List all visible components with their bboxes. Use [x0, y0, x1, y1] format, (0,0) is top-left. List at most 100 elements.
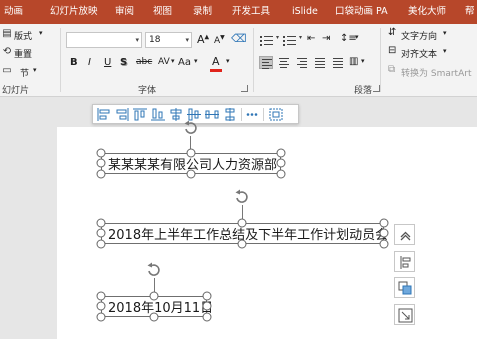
underline-button[interactable]: U [104, 57, 111, 68]
strikethrough-button[interactable]: abc [136, 57, 152, 67]
resize-handle[interactable] [96, 218, 106, 228]
resize-handle[interactable] [276, 169, 286, 179]
text-box-date-text[interactable]: 2018年10月11日 [108, 297, 213, 316]
group-divider [380, 28, 381, 92]
resize-handle[interactable] [202, 291, 212, 301]
tab-slideshow[interactable]: 幻灯片放映 [50, 0, 98, 24]
shrink-font-button[interactable]: A▼ [214, 34, 225, 46]
tab-record[interactable]: 录制 [193, 0, 212, 24]
ribbon-tab-bar: 动画 幻灯片放映 审阅 视图 录制 开发工具 iSlide 口袋动画 PA 美化… [0, 0, 477, 24]
tab-islide[interactable]: iSlide [292, 0, 318, 24]
columns-icon[interactable]: ▥ [349, 56, 358, 67]
resize-handle[interactable] [237, 218, 247, 228]
resize-handle[interactable] [149, 291, 159, 301]
resize-handle[interactable] [379, 218, 389, 228]
decrease-indent-icon[interactable]: ⇤ [307, 33, 315, 44]
resize-handle[interactable] [96, 148, 106, 158]
layout-button[interactable]: 版式 [14, 29, 32, 42]
tab-pocket-anim[interactable]: 口袋动画 PA [335, 0, 388, 24]
bullets-icon[interactable]: ▾ [259, 34, 279, 47]
distribute-vertical-icon[interactable] [223, 108, 237, 121]
shadow-button[interactable]: S [120, 57, 127, 68]
group-icon[interactable] [269, 108, 283, 121]
reset-button[interactable]: 重置 [14, 47, 32, 60]
text-box-meeting-title-text[interactable]: 2018年上半年工作总结及下半年工作计划动员会 [108, 224, 388, 243]
send-backward-button[interactable] [394, 304, 415, 325]
chevron-down-icon: ▾ [361, 57, 365, 65]
smartart-icon: ⧉ [388, 64, 396, 75]
resize-handle[interactable] [202, 301, 212, 311]
slide-thumbnail-panel[interactable] [0, 98, 57, 339]
distributed-icon[interactable] [331, 56, 345, 69]
tab-developer[interactable]: 开发工具 [232, 0, 270, 24]
change-case-button[interactable]: Aa [178, 57, 191, 68]
resize-handle[interactable] [276, 148, 286, 158]
resize-handle[interactable] [237, 239, 247, 249]
distribute-horizontal-icon[interactable] [205, 108, 219, 121]
group-label-font: 字体 [138, 86, 157, 96]
resize-handle[interactable] [186, 169, 196, 179]
convert-smartart-button[interactable]: 转换为 SmartArt [401, 66, 471, 79]
tab-help[interactable]: 帮 [465, 0, 475, 24]
tab-animation[interactable]: 动画 [4, 0, 23, 24]
increase-indent-icon[interactable]: ⇥ [322, 33, 330, 44]
tab-review[interactable]: 审阅 [115, 0, 134, 24]
chevron-down-icon: ▾ [135, 36, 139, 44]
resize-handle[interactable] [96, 291, 106, 301]
resize-handle[interactable] [276, 158, 286, 168]
more-icon[interactable] [245, 108, 259, 121]
resize-handle[interactable] [149, 312, 159, 322]
align-right-icon[interactable] [115, 108, 129, 121]
ribbon-body: ▤ 版式 ▾ ⟲ 重置 ▭ 节 ▾ 幻灯片 ▾ 18 ▾ A▲ A▼ ⌫ B I… [0, 24, 477, 97]
resize-handle[interactable] [186, 148, 196, 158]
chevron-down-icon: ▾ [443, 29, 447, 37]
resize-handle[interactable] [96, 228, 106, 238]
font-name-combo[interactable]: ▾ [66, 32, 142, 48]
clear-format-icon[interactable]: ⌫ [231, 32, 247, 45]
grow-font-label: A [197, 33, 205, 46]
char-spacing-button[interactable]: AV [158, 57, 170, 67]
justify-icon[interactable] [313, 56, 327, 69]
collapse-up-icon [400, 231, 411, 241]
rotate-handle-icon[interactable] [234, 189, 250, 205]
align-center-icon[interactable] [169, 108, 183, 121]
resize-handle[interactable] [379, 239, 389, 249]
resize-handle[interactable] [96, 301, 106, 311]
rotate-handle-icon[interactable] [146, 262, 162, 278]
align-left-icon[interactable] [259, 56, 273, 69]
resize-handle[interactable] [96, 158, 106, 168]
resize-handle[interactable] [96, 312, 106, 322]
resize-handle[interactable] [96, 169, 106, 179]
font-dialog-launcher-icon[interactable] [241, 85, 248, 92]
italic-button[interactable]: I [88, 57, 91, 68]
chevron-down-icon: ▾ [39, 29, 43, 37]
align-right-icon[interactable] [295, 56, 309, 69]
layout-options-button[interactable] [394, 251, 415, 272]
section-button[interactable]: 节 [20, 66, 29, 79]
text-direction-button[interactable]: 文字方向 [401, 29, 437, 42]
section-icon: ▭ [2, 65, 12, 76]
align-bottom-icon[interactable] [151, 108, 165, 121]
layout-icon: ▤ [2, 28, 12, 39]
align-text-button[interactable]: 对齐文本 [401, 47, 437, 60]
toolbar-divider [241, 108, 242, 121]
bold-button[interactable]: B [70, 57, 78, 68]
resize-handle[interactable] [96, 239, 106, 249]
align-center-icon[interactable] [277, 56, 291, 69]
tab-beautify[interactable]: 美化大师 [408, 0, 446, 24]
grow-font-button[interactable]: A▲ [197, 33, 209, 46]
font-color-button[interactable]: A [212, 55, 220, 68]
align-left-icon[interactable] [97, 108, 111, 121]
chevron-down-icon: ▾ [171, 57, 175, 65]
resize-handle[interactable] [379, 228, 389, 238]
collapse-up-button[interactable] [394, 224, 415, 245]
bring-forward-button[interactable] [394, 277, 415, 298]
font-size-combo[interactable]: 18 ▾ [145, 32, 192, 48]
tab-view[interactable]: 视图 [153, 0, 172, 24]
resize-handle[interactable] [202, 312, 212, 322]
chevron-down-icon: ▾ [355, 33, 359, 41]
numbering-icon[interactable]: ▾ [282, 34, 302, 47]
align-top-icon[interactable] [133, 108, 147, 121]
rotate-handle-icon[interactable] [183, 120, 199, 136]
paragraph-dialog-launcher-icon[interactable] [373, 85, 380, 92]
